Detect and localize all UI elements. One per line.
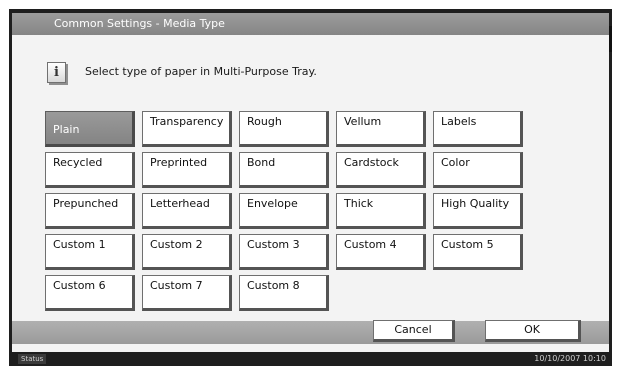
media-type-button-custom-3[interactable]: Custom 3 [239,234,329,270]
title-bar: Common Settings - Media Type [12,13,609,35]
media-type-button-transparency[interactable]: Transparency [142,111,232,147]
media-type-button-envelope[interactable]: Envelope [239,193,329,229]
media-type-button-custom-1[interactable]: Custom 1 [45,234,135,270]
cancel-button[interactable]: Cancel [373,320,455,342]
media-type-button-labels[interactable]: Labels [433,111,523,147]
media-type-button-custom-5[interactable]: Custom 5 [433,234,523,270]
instruction-message: Select type of paper in Multi-Purpose Tr… [85,65,317,78]
screen: Common Settings - Media Type i Select ty… [12,13,609,352]
media-type-button-custom-8[interactable]: Custom 8 [239,275,329,311]
media-type-button-plain[interactable]: Plain [45,111,135,147]
media-type-button-preprinted[interactable]: Preprinted [142,152,232,188]
ok-button[interactable]: OK [485,320,581,342]
media-type-button-thick[interactable]: Thick [336,193,426,229]
status-button[interactable]: Status [18,354,47,364]
media-type-button-cardstock[interactable]: Cardstock [336,152,426,188]
media-type-button-letterhead[interactable]: Letterhead [142,193,232,229]
media-type-button-high-quality[interactable]: High Quality [433,193,523,229]
media-type-button-rough[interactable]: Rough [239,111,329,147]
status-datetime: 10/10/2007 10:10 [534,354,606,363]
media-type-button-color[interactable]: Color [433,152,523,188]
media-type-button-prepunched[interactable]: Prepunched [45,193,135,229]
info-icon: i [47,62,66,83]
media-type-button-bond[interactable]: Bond [239,152,329,188]
media-type-button-custom-6[interactable]: Custom 6 [45,275,135,311]
media-type-button-custom-7[interactable]: Custom 7 [142,275,232,311]
media-type-button-vellum[interactable]: Vellum [336,111,426,147]
media-type-button-custom-4[interactable]: Custom 4 [336,234,426,270]
page-title: Common Settings - Media Type [54,17,225,30]
media-type-button-recycled[interactable]: Recycled [45,152,135,188]
media-type-button-custom-2[interactable]: Custom 2 [142,234,232,270]
